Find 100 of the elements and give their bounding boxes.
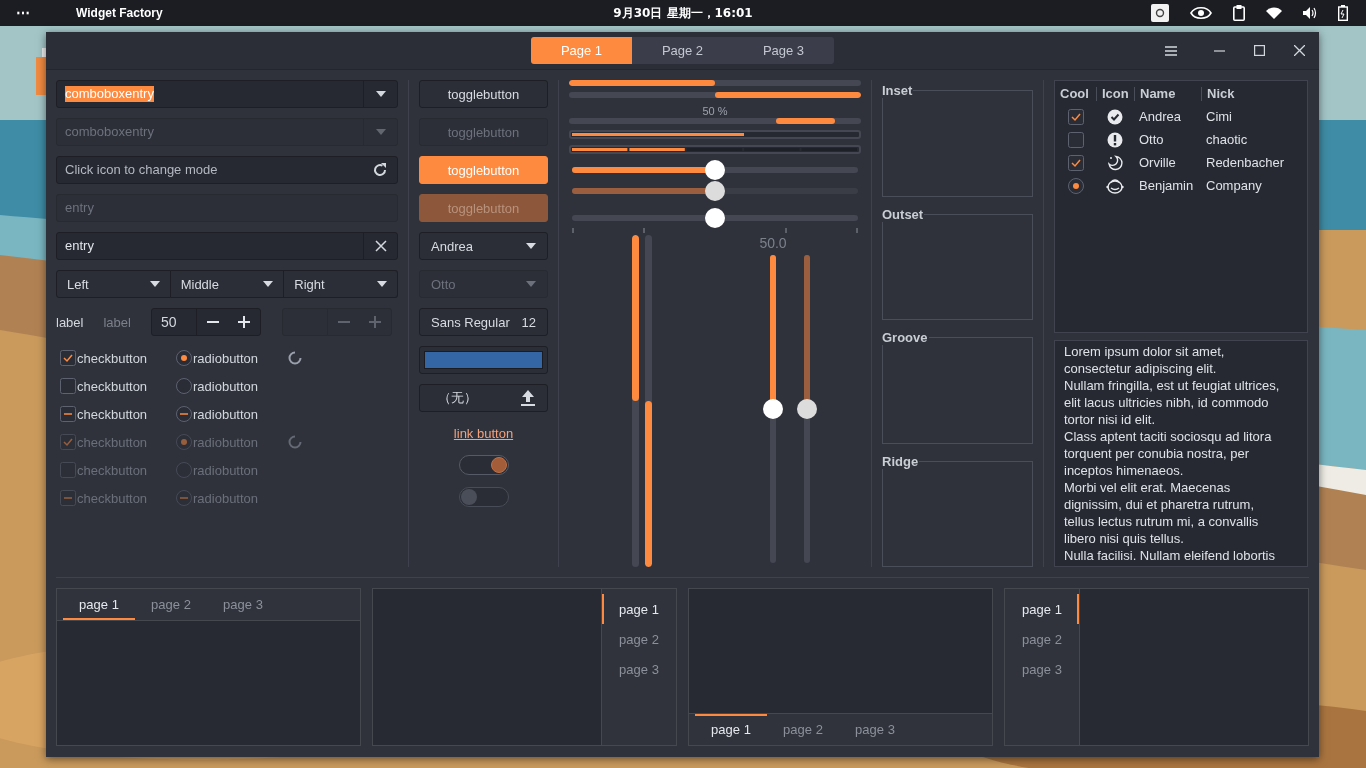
paragraph: Morbi vel elit erat. Maecenas dignissim, dui et pharetra rutrum, tellus lectus rutrum mi, a convallis libero nisi quis tellus. [1064,479,1260,547]
tab[interactable]: page 2 [135,589,207,620]
paragraph: Nullam fringilla, est ut feugiat ultrices, elit lacus ultricies nibh, id commodo tortor nisi id elit. [1064,377,1281,428]
activities-button[interactable]: ⋯ [16,5,36,21]
checkbox[interactable] [60,406,76,422]
radio-button[interactable] [176,378,192,394]
frame-label: Ridge [882,453,920,469]
table-cell-text: Cimi [1205,109,1233,124]
app-menu[interactable]: Widget Factory [76,6,163,20]
column-header[interactable]: Name [1134,86,1201,101]
checkbox-label[interactable]: checkbutton [77,350,148,366]
progress-text: 50 % [701,105,729,117]
combo-box[interactable]: Andrea [419,232,548,260]
tab[interactable]: page 3 [602,654,676,684]
volume-icon[interactable] [1303,7,1317,19]
caret-icon [149,281,160,287]
caret-icon [377,281,387,287]
combo-box[interactable]: Left [56,270,171,298]
tab[interactable]: page 1 [695,714,767,745]
tab[interactable]: page 2 [602,624,676,654]
checkbox[interactable] [60,378,76,394]
tab[interactable]: page 3 [1005,654,1079,684]
clear-icon [374,240,387,252]
placeholder: Click icon to change mode [65,162,218,178]
font-button[interactable]: Sans Regular 12 [419,308,548,336]
battery-icon[interactable] [1338,5,1348,21]
app-indicator-icon[interactable] [1151,4,1169,22]
frame-label: Outset [882,206,925,222]
radio-button[interactable] [1067,177,1084,194]
radio-label[interactable]: radiobutton [193,378,259,394]
minimize-icon[interactable] [1214,49,1225,52]
spin-button[interactable]: 50 [150,308,261,336]
entry-text: comboboxentry [65,86,154,102]
color-button[interactable] [419,346,548,374]
radio-button[interactable] [176,350,192,366]
switch[interactable] [458,455,509,475]
toggle-button[interactable]: togglebutton [419,80,548,108]
entry-text: comboboxentry [65,124,154,140]
table-cell-text: Orville [1138,155,1177,170]
paragraph: Lorem ipsum dolor sit amet, consectetur adipiscing elit. [1064,343,1226,377]
refresh-icon[interactable] [372,162,388,178]
tab[interactable]: Page 2 [632,37,733,64]
column-header[interactable]: Icon [1096,86,1134,101]
exclamation-icon [1107,131,1123,148]
checkbox-label[interactable]: checkbutton [77,406,148,422]
tab[interactable]: page 2 [767,714,839,745]
table-cell-text: Company [1205,178,1263,193]
caret-icon [263,281,274,287]
table-cell-text: chaotic [1205,132,1249,147]
table-cell-text: Andrea [1138,109,1182,124]
tab[interactable]: page 3 [207,589,279,620]
table-cell-text: Otto [1138,132,1165,147]
text-entry[interactable]: entry [56,232,398,260]
maximize-icon[interactable] [1254,45,1265,56]
tab[interactable]: page 1 [1005,594,1079,624]
checkbox[interactable] [1067,131,1084,148]
entry-text: entry [65,200,94,216]
slider-handle[interactable] [705,208,725,228]
close-icon[interactable] [1294,45,1305,56]
checkbox[interactable] [1067,108,1084,125]
caret-icon [375,129,386,135]
tab[interactable]: page 1 [602,594,676,624]
wifi-icon[interactable] [1266,7,1282,19]
clock[interactable]: 9月30日 星期一，16:01 [613,4,753,22]
radio-label[interactable]: radiobutton [193,350,259,366]
tab[interactable]: page 1 [63,589,135,620]
tab[interactable]: page 2 [1005,624,1079,654]
frame-label: Inset [882,83,914,98]
scale-value: 50.0 [759,236,787,251]
plus-icon [369,316,382,328]
head-icon [1106,177,1124,194]
checkbox[interactable] [1067,154,1084,171]
tab[interactable]: page 3 [839,714,911,745]
table-cell-text: Redenbacher [1205,155,1286,170]
table-cell-text: Benjamin [1138,178,1195,193]
link-button[interactable]: link button [453,426,514,441]
combo-box[interactable]: Right [284,270,398,298]
combo-box[interactable]: Middle [170,270,285,298]
check-circle-icon [1107,108,1123,125]
eye-icon[interactable] [1190,6,1212,20]
spin-value: 50 [151,309,198,335]
checkbox[interactable] [60,350,76,366]
menu-icon[interactable] [1165,45,1177,56]
label: label [56,314,84,330]
text-entry[interactable]: Click icon to change mode [56,156,398,184]
tab[interactable]: Page 3 [733,37,834,64]
radio-button[interactable] [176,406,192,422]
file-chooser-button[interactable]: （无） [419,384,548,412]
caret-icon [526,243,536,249]
clipboard-icon[interactable] [1233,5,1245,21]
paragraph: Nulla facilisi. Nullam eleifend lobortis [1064,547,1276,564]
radio-label[interactable]: radiobutton [193,406,259,422]
caret-icon [375,91,386,97]
column-header[interactable]: Cool [1055,86,1096,101]
checkbox-label[interactable]: checkbutton [77,378,148,394]
moon-icon [1107,154,1123,171]
plus-icon [238,316,251,328]
slider-handle[interactable] [705,160,725,180]
slider-handle[interactable] [763,399,783,419]
column-header[interactable]: Nick [1201,86,1307,101]
